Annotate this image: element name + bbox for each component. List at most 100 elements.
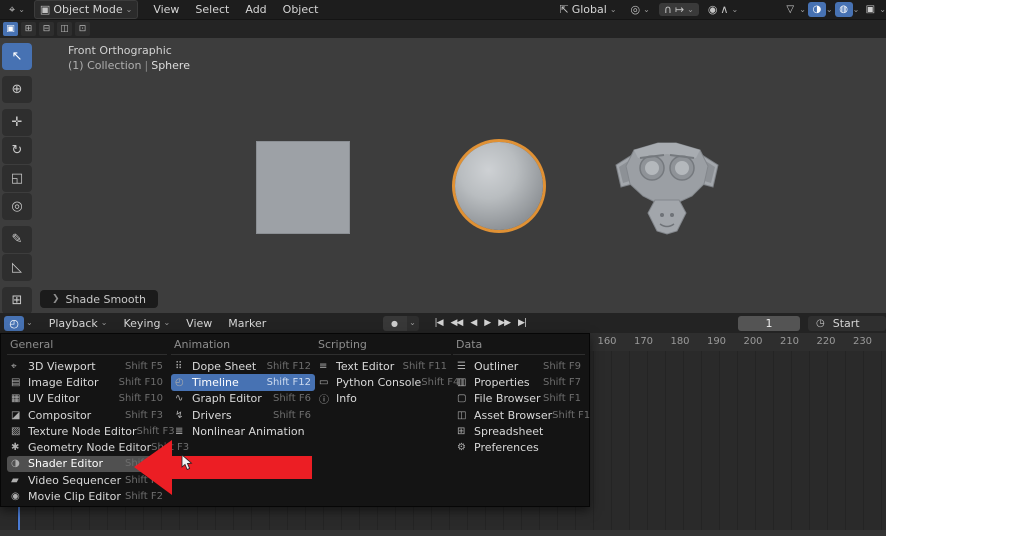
annotate-tool[interactable]: ✎ (2, 226, 32, 253)
cursor-tool[interactable]: ⊕ (2, 76, 32, 103)
chevron-down-icon[interactable]: ⌄ (799, 6, 806, 14)
movie-clip-editor-icon: ◉ (11, 491, 28, 502)
menu-item-properties[interactable]: ▥PropertiesShift F7 (453, 374, 585, 390)
menu-item-3d-viewport[interactable]: ⌖3D ViewportShift F5 (7, 358, 167, 374)
menu-object[interactable]: Object (276, 2, 326, 17)
menu-item-outliner[interactable]: ☰OutlinerShift F9 (453, 358, 585, 374)
compositor-icon: ◪ (11, 410, 28, 421)
select-mode-set[interactable]: ▣ (3, 22, 18, 36)
jump-to-start-button[interactable]: |◀ (433, 316, 445, 330)
image-editor-icon: ▤ (11, 377, 28, 388)
proportional-editing-icon: ◉ (708, 4, 718, 15)
viewport-shading-icon[interactable]: ▣ (861, 2, 879, 17)
mode-label: Object Mode (53, 3, 122, 16)
select-mode-intersect[interactable]: ⊡ (75, 22, 90, 36)
snap-toggle-button[interactable]: ∩ ↦ ⌄ (659, 3, 699, 16)
python-console-icon: ▭ (319, 377, 336, 388)
operator-panel-shade-smooth[interactable]: ❯ Shade Smooth (40, 290, 158, 308)
menu-item-label: Python Console (336, 376, 421, 389)
sphere-object-selected[interactable] (455, 142, 543, 230)
menu-separator (171, 354, 315, 355)
select-mode-subtract[interactable]: ⊟ (39, 22, 54, 36)
mode-select-dropdown[interactable]: ▣ Object Mode ⌄ (34, 0, 138, 19)
prev-keyframe-button[interactable]: ◀◀ (449, 316, 465, 330)
auto-keying-record-button[interactable]: ● (383, 316, 407, 331)
menu-item-spreadsheet[interactable]: ⊞Spreadsheet (453, 423, 585, 439)
menu-item-info[interactable]: ⓘInfo (315, 391, 451, 407)
menu-item-file-browser[interactable]: ▢File BrowserShift F1 (453, 391, 585, 407)
measure-tool[interactable]: ◺ (2, 254, 32, 281)
menu-select[interactable]: Select (188, 2, 236, 17)
xray-toggle-icon[interactable]: ◍ (835, 2, 853, 17)
editor-type-button[interactable]: ⌖ ⌄ (4, 3, 30, 16)
chevron-down-icon[interactable]: ⌄ (853, 6, 860, 14)
timeline-menu-marker[interactable]: Marker (220, 316, 274, 331)
menu-item-shortcut: Shift F6 (273, 410, 311, 421)
ruler-tick-label: 210 (780, 336, 799, 347)
menu-item-shortcut: Shift F3 (137, 426, 175, 437)
outliner-icon: ☰ (457, 361, 474, 372)
menu-separator (315, 354, 451, 355)
move-tool[interactable]: ✛ (2, 109, 32, 136)
menu-item-drivers[interactable]: ↯DriversShift F6 (171, 407, 315, 423)
timeline-menu-label: Marker (228, 317, 266, 330)
cube-object[interactable] (256, 141, 350, 234)
gizmos-dropdown-icon[interactable]: ▽ (781, 2, 799, 17)
geometry-node-editor-icon: ✱ (11, 442, 28, 453)
timeline-scrollbar[interactable] (0, 530, 886, 536)
object-mode-cube-icon: ▣ (40, 4, 50, 15)
add-cube-tool[interactable]: ⊞ (2, 287, 32, 314)
orientation-dropdown[interactable]: ⇱ Global ⌄ (555, 2, 622, 17)
select-mode-invert[interactable]: ◫ (57, 22, 72, 36)
overlays-toggle-icon[interactable]: ◑ (808, 2, 826, 17)
menu-item-label: Dope Sheet (192, 360, 267, 373)
dope-sheet-icon: ⠿ (175, 361, 192, 372)
menu-item-timeline[interactable]: ◴TimelineShift F12 (171, 374, 315, 390)
timeline-menu-keying[interactable]: Keying⌄ (116, 316, 179, 331)
menu-add[interactable]: Add (238, 2, 273, 17)
pivot-point-dropdown[interactable]: ◎ ⌄ (626, 3, 655, 16)
tweak-select-tool[interactable]: ↖ (2, 43, 32, 70)
menu-item-shortcut: Shift F10 (119, 377, 163, 388)
transform-tool[interactable]: ◎ (2, 193, 32, 220)
chevron-down-icon: ⌄ (409, 319, 416, 327)
rotate-tool[interactable]: ↻ (2, 137, 32, 164)
start-frame-field[interactable]: ◷ Start (808, 316, 886, 331)
scale-tool[interactable]: ◱ (2, 165, 32, 192)
play-reverse-button[interactable]: ◀ (468, 316, 478, 330)
menu-item-uv-editor[interactable]: ▦UV EditorShift F10 (7, 391, 167, 407)
current-frame-field[interactable]: 1 (738, 316, 800, 331)
menu-item-shortcut: Shift F9 (543, 361, 581, 372)
keying-options-dropdown[interactable]: ⌄ (407, 316, 419, 331)
viewport-3d[interactable]: Front Orthographic (1) Collection|Sphere… (0, 38, 886, 313)
ruler-tick-label: 160 (597, 336, 616, 347)
timeline-editor-type-button[interactable]: ◴ ⌄ (4, 316, 33, 331)
ruler-tick-label: 170 (634, 336, 653, 347)
play-button[interactable]: ▶ (482, 316, 492, 330)
timeline-menu-label: Keying (124, 317, 161, 330)
menu-item-shortcut: Shift F11 (403, 361, 447, 372)
menu-item-dope-sheet[interactable]: ⠿Dope SheetShift F12 (171, 358, 315, 374)
jump-to-end-button[interactable]: ▶| (516, 316, 528, 330)
menu-view[interactable]: View (146, 2, 186, 17)
menu-item-asset-browser[interactable]: ◫Asset BrowserShift F1 (453, 407, 585, 423)
next-keyframe-button[interactable]: ▶▶ (496, 316, 512, 330)
timeline-menu-playback[interactable]: Playback⌄ (41, 316, 116, 331)
file-browser-icon: ▢ (457, 393, 474, 404)
ruler-tick-label: 200 (743, 336, 762, 347)
suzanne-monkey-object[interactable] (606, 138, 728, 238)
proportional-editing-button[interactable]: ◉ ∧ ⌄ (703, 3, 743, 16)
chevron-down-icon[interactable]: ⌄ (826, 6, 833, 14)
viewport-labels: Front Orthographic (1) Collection|Sphere (68, 43, 190, 73)
timeline-menu-view[interactable]: View (178, 316, 220, 331)
chevron-down-icon[interactable]: ⌄ (879, 6, 886, 14)
ruler-tick-label: 190 (707, 336, 726, 347)
menu-column-header: Data (453, 337, 585, 352)
menu-item-image-editor[interactable]: ▤Image EditorShift F10 (7, 374, 167, 390)
select-mode-extend[interactable]: ⊞ (21, 22, 36, 36)
menu-item-preferences[interactable]: ⚙Preferences (453, 439, 585, 455)
menu-item-python-console[interactable]: ▭Python ConsoleShift F4 (315, 374, 451, 390)
menu-item-text-editor[interactable]: ≡Text EditorShift F11 (315, 358, 451, 374)
menu-item-compositor[interactable]: ◪CompositorShift F3 (7, 407, 167, 423)
menu-item-graph-editor[interactable]: ∿Graph EditorShift F6 (171, 391, 315, 407)
